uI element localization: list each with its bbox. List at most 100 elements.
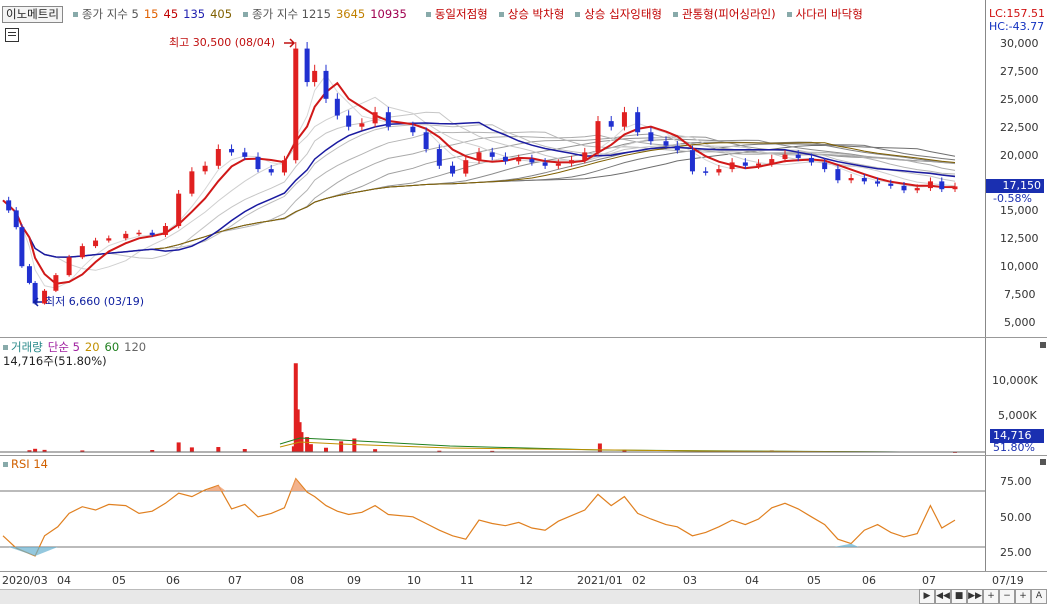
volume-value: 14,716주(51.80%) <box>3 354 107 368</box>
candle-body <box>716 169 722 173</box>
time-tick: 07 <box>922 574 936 587</box>
pane-maximize-icon[interactable] <box>1040 342 1046 348</box>
candle-body <box>502 156 508 162</box>
candle-body <box>26 266 32 283</box>
text-tool-icon[interactable]: A <box>1031 589 1047 604</box>
candle-body <box>822 162 828 170</box>
stop-icon[interactable]: ■ <box>951 589 967 604</box>
candle-body <box>229 149 235 153</box>
volume-ma-20[interactable]: 20 <box>85 340 100 354</box>
candle-body <box>346 115 352 127</box>
candle-body <box>6 200 12 211</box>
volume-title[interactable]: 거래량 <box>11 340 43 354</box>
candle-body <box>914 188 920 191</box>
rsi-oversold-fill <box>8 547 58 556</box>
time-tick: 04 <box>745 574 759 587</box>
time-tick: 04 <box>57 574 71 587</box>
candle-body <box>782 154 788 160</box>
volume-ma-label[interactable]: 단순 5 <box>48 340 80 354</box>
time-tick: 03 <box>683 574 697 587</box>
candle-body <box>123 233 129 239</box>
candle-body <box>888 183 894 186</box>
candle-body <box>202 165 208 172</box>
candle-body <box>66 257 72 276</box>
zoom-out-icon[interactable]: − <box>999 589 1015 604</box>
volume-ma-60[interactable]: 60 <box>105 340 120 354</box>
candle-body <box>689 150 695 172</box>
rsi-tick: 75.00 <box>1000 475 1032 488</box>
rsi-oversold-fill <box>834 543 859 547</box>
candle-body <box>729 162 735 170</box>
time-tick: 10 <box>407 574 421 587</box>
time-tick: 02 <box>632 574 646 587</box>
play-icon[interactable]: ▶ <box>919 589 935 604</box>
high-annotation: 최고 30,500 (08/04) <box>169 36 276 49</box>
volume-ma-120[interactable]: 120 <box>124 340 146 354</box>
zoom-in-icon[interactable]: + <box>983 589 999 604</box>
candle-body <box>106 238 112 241</box>
volume-bar <box>324 447 328 452</box>
pane-divider[interactable] <box>0 337 1047 338</box>
candle-body <box>304 48 310 83</box>
candle-body <box>334 98 340 116</box>
time-tick: 05 <box>807 574 821 587</box>
candle-body <box>149 232 155 235</box>
rsi-line <box>2 477 956 557</box>
volume-tick: 10,000K <box>992 374 1038 387</box>
candle-body <box>703 171 709 173</box>
candle-body <box>79 246 85 258</box>
fast-forward-icon[interactable]: ▶▶ <box>967 589 983 604</box>
candle-body <box>569 160 575 164</box>
candle-body <box>19 227 25 267</box>
volume-pct-tag: 51.80% <box>993 441 1035 454</box>
candle-body <box>663 141 669 146</box>
volume-bar <box>308 444 313 452</box>
chart-scrollbar[interactable] <box>0 589 1047 604</box>
candle-body <box>875 181 881 184</box>
candle-body <box>463 160 469 174</box>
candle-body <box>542 162 548 166</box>
candle-body <box>281 160 287 173</box>
time-tick: 08 <box>290 574 304 587</box>
rsi-legend: RSI 14 <box>3 457 53 471</box>
candle-body <box>255 156 261 170</box>
candle-body <box>529 159 535 163</box>
ma-45-line <box>2 81 956 285</box>
time-tick: 06 <box>166 574 180 587</box>
candle-body <box>927 181 933 189</box>
candle-body <box>372 112 378 124</box>
rsi-tick: 50.00 <box>1000 511 1032 524</box>
rsi-tick: 25.00 <box>1000 546 1032 559</box>
pane-divider[interactable] <box>0 455 1047 456</box>
candle-body <box>423 132 429 150</box>
candle-body <box>410 126 416 133</box>
candle-body <box>516 159 522 162</box>
time-tick: 2021/01 <box>577 574 623 587</box>
candle-body <box>476 152 482 161</box>
volume-bar <box>189 447 194 452</box>
volume-bar <box>597 443 602 452</box>
time-tick: 06 <box>862 574 876 587</box>
candle-body <box>582 152 588 161</box>
candle-body <box>742 162 748 166</box>
time-tick: 12 <box>519 574 533 587</box>
candle-body <box>608 121 614 127</box>
candle-body <box>595 121 601 153</box>
candle-body <box>189 171 195 194</box>
ma-ribbon-line <box>2 74 956 289</box>
time-tick: 2020/03 <box>2 574 48 587</box>
candle-body <box>489 152 495 157</box>
rewind-icon[interactable]: ◀◀ <box>935 589 951 604</box>
candle-body <box>621 112 627 127</box>
time-axis-end-label: 07/19 <box>992 574 1024 587</box>
candle-body <box>13 210 19 228</box>
legend-marker-icon <box>3 345 8 350</box>
pane-maximize-icon[interactable] <box>1040 459 1046 465</box>
add-icon[interactable]: + <box>1015 589 1031 604</box>
time-tick: 09 <box>347 574 361 587</box>
candle-body <box>323 70 329 99</box>
volume-ma-20-line <box>279 441 901 453</box>
rsi-title[interactable]: RSI 14 <box>11 457 48 471</box>
candle-body <box>93 240 99 247</box>
candle-body <box>835 169 841 181</box>
